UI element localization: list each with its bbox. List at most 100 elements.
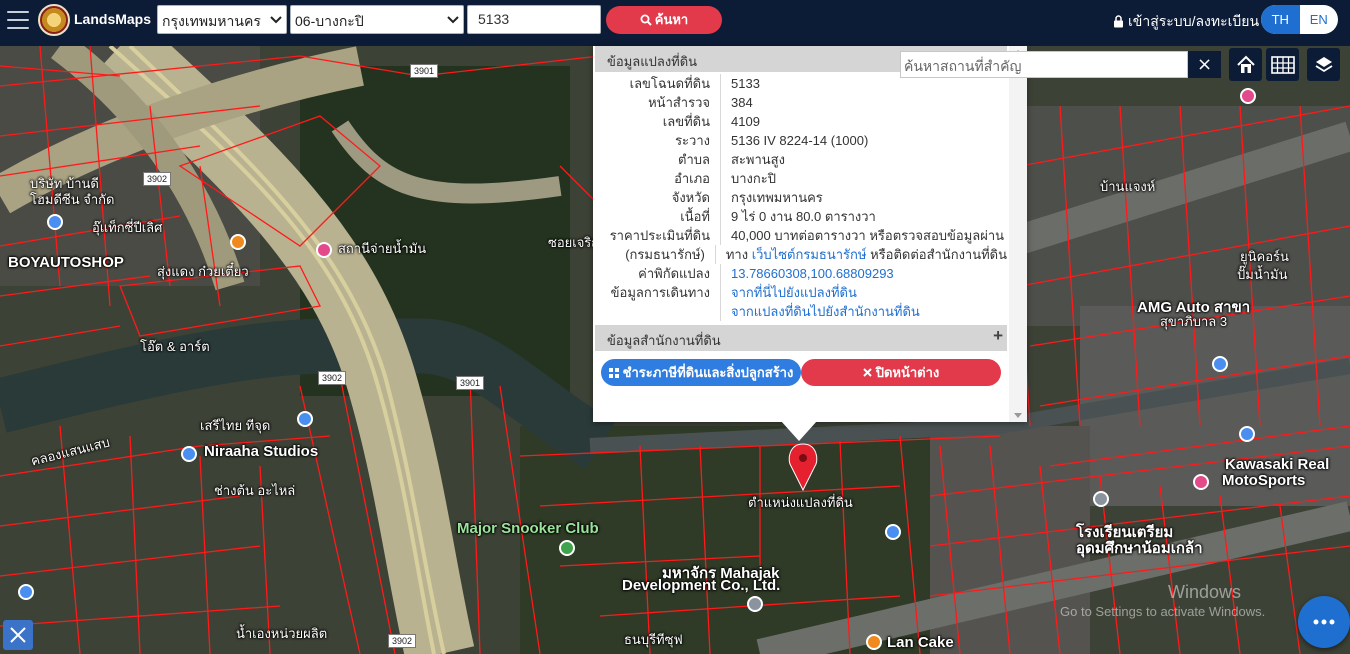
info-label: ค่าพิกัดแปลง (595, 264, 721, 283)
map-poi-icon[interactable] (1193, 474, 1209, 490)
map-label: น้ำเองหน่วยผลิต (236, 626, 328, 641)
popup-pointer (781, 421, 817, 441)
map-poi-icon[interactable] (181, 446, 197, 462)
home-button[interactable] (1229, 48, 1262, 81)
home-icon (1236, 55, 1255, 73)
map-poi-icon[interactable] (1239, 426, 1255, 442)
info-label: ราคาประเมินที่ดิน (595, 226, 721, 245)
directions-to-parcel-link[interactable]: จากที่นี่ไปยังแปลงที่ดิน (731, 285, 857, 300)
map-label: BOYAUTOSHOP (8, 254, 124, 271)
info-value-suffix: หรือติดต่อสำนักงานที่ดิน (870, 247, 1007, 262)
map-poi-icon[interactable] (866, 634, 882, 650)
map-label: บ้านแจงห์ (1100, 179, 1156, 194)
info-row-district: อำเภอ บางกะปิ (595, 169, 1007, 188)
chevron-down-icon (447, 16, 459, 24)
treasury-website-link[interactable]: เว็บไซต์กรมธนารักษ์ (752, 247, 867, 262)
info-row-map-sheet: ระวาง 5136 IV 8224-14 (1000) (595, 131, 1007, 150)
directions-to-office-link[interactable]: จากแปลงที่ดินไปยังสำนักงานที่ดิน (731, 304, 920, 319)
info-row-appraisal: ราคาประเมินที่ดิน 40,000 บาทต่อตารางวา หร… (595, 226, 1007, 245)
district-select-value: 06-บางกะปิ (295, 13, 364, 29)
ruler-icon (10, 627, 26, 643)
province-select-value: กรุงเทพมหานคร (162, 13, 261, 29)
parcel-number-input[interactable]: 5133 (467, 5, 601, 34)
map-label: Major Snooker Club (457, 520, 599, 537)
info-row-survey-page: หน้าสำรวจ 384 (595, 93, 1007, 112)
map-label: Lan Cake (887, 634, 954, 651)
info-label: อำเภอ (595, 169, 721, 188)
info-label: ระวาง (595, 131, 721, 150)
map-poi-icon[interactable] (1240, 88, 1256, 104)
info-label: เลขที่ดิน (595, 112, 721, 131)
clear-search-button[interactable]: × (1188, 51, 1221, 78)
chevron-down-icon (270, 16, 282, 24)
map-poi-icon[interactable] (1093, 491, 1109, 507)
map-label: สุ่งแดง ก๋วยเตี๋ยว (157, 264, 249, 279)
office-info-section[interactable]: ข้อมูลสำนักงานที่ดิน + (595, 325, 1007, 351)
info-row-land-number: เลขที่ดิน 4109 (595, 112, 1007, 131)
map-poi-icon[interactable] (559, 540, 575, 556)
info-label: หน้าสำรวจ (595, 93, 721, 112)
expand-plus-icon[interactable]: + (993, 326, 1003, 346)
place-search-input[interactable]: ค้นหาสถานที่สำคัญ (900, 51, 1188, 78)
road-number: 3902 (388, 634, 417, 648)
chat-more-button[interactable] (1298, 596, 1350, 648)
grid-table-icon (1270, 55, 1295, 74)
info-value: กรุงเทพมหานคร (731, 190, 823, 205)
grid-icon (608, 368, 619, 378)
map-poi-icon[interactable] (230, 234, 246, 250)
lang-th-button[interactable]: TH (1261, 5, 1300, 34)
grid-overlay-button[interactable] (1266, 48, 1299, 81)
info-label: ข้อมูลการเดินทาง (595, 283, 721, 302)
map-label: เสรีไทย ทีจุด (200, 418, 271, 433)
map-label: โฮมดีซีน จำกัด (30, 192, 115, 207)
lang-en-button[interactable]: EN (1300, 5, 1339, 34)
district-select[interactable]: 06-บางกะปิ (290, 5, 464, 34)
map-poi-icon[interactable] (18, 584, 34, 600)
pay-land-tax-button[interactable]: ชำระภาษีที่ดินและสิ่งปลูกสร้าง (601, 359, 801, 386)
map-poi-icon[interactable] (47, 214, 63, 230)
map-poi-icon[interactable] (885, 524, 901, 540)
hamburger-menu-icon[interactable] (7, 11, 29, 31)
login-label: เข้าสู่ระบบ/ลงทะเบียน (1128, 13, 1260, 29)
info-value: 9 ไร่ 0 งาน 80.0 ตารางวา (731, 209, 876, 224)
map-label: ช่างต้น อะไหล่ (214, 483, 296, 498)
map-poi-icon[interactable] (747, 596, 763, 612)
scroll-down-icon[interactable] (1014, 413, 1022, 418)
measure-tool-button[interactable] (3, 620, 33, 650)
map-poi-icon[interactable] (316, 242, 332, 258)
map-label: อุดมศึกษาน้อมเกล้า (1076, 540, 1203, 557)
info-label: เนื้อที่ (595, 207, 721, 226)
app-brand[interactable]: LandsMaps (74, 11, 151, 27)
popup-scrollbar[interactable] (1009, 46, 1027, 422)
layers-button[interactable] (1307, 48, 1340, 81)
parcel-info-popup: ข้อมูลแปลงที่ดิน เลขโฉนดที่ดิน 5133 หน้าส… (593, 46, 1027, 422)
map-poi-icon[interactable] (1212, 356, 1228, 372)
close-window-label: ปิดหน้าต่าง (875, 365, 940, 380)
map-label: โอ๊ต & อาร์ต (140, 339, 210, 354)
parcel-info-table: เลขโฉนดที่ดิน 5133 หน้าสำรวจ 384 เลขที่ดิน… (595, 74, 1007, 321)
info-label: เลขโฉนดที่ดิน (595, 74, 721, 93)
coordinates-link[interactable]: 13.78660308,100.68809293 (731, 266, 894, 281)
map-label: สถานีจ่ายน้ำมัน (338, 241, 427, 256)
login-link[interactable]: เข้าสู่ระบบ/ลงทะเบียน (1113, 11, 1259, 33)
info-row-directions-office: จากแปลงที่ดินไปยังสำนักงานที่ดิน (595, 302, 1007, 321)
info-row-province: จังหวัด กรุงเทพมหานคร (595, 188, 1007, 207)
close-icon (863, 368, 872, 377)
search-button-label: ค้นหา (654, 12, 689, 27)
province-select[interactable]: กรุงเทพมหานคร (157, 5, 287, 34)
road-number: 3902 (318, 371, 347, 385)
info-row-area: เนื้อที่ 9 ไร่ 0 งาน 80.0 ตารางวา (595, 207, 1007, 226)
map-label: สุขาภิบาล 3 (1160, 314, 1228, 329)
watermark-subtitle: Go to Settings to activate Windows. (1060, 604, 1266, 619)
info-value: 5133 (731, 76, 760, 91)
map-label: ปั๊มน้ำมัน (1237, 267, 1288, 282)
info-value: 40,000 บาทต่อตารางวา หรือตรวจสอบข้อมูลผ่… (731, 228, 1005, 243)
info-value: 5136 IV 8224-14 (1000) (731, 133, 869, 148)
landsmaps-logo[interactable] (38, 4, 70, 36)
info-value: บางกะปิ (731, 171, 777, 186)
map-label: อุ๊แท็กซี่ปีเลิศ (92, 220, 163, 235)
map-poi-icon[interactable] (297, 411, 313, 427)
close-window-button[interactable]: ปิดหน้าต่าง (801, 359, 1001, 386)
pay-land-tax-label: ชำระภาษีที่ดินและสิ่งปลูกสร้าง (622, 365, 794, 380)
search-button[interactable]: ค้นหา (606, 6, 722, 34)
